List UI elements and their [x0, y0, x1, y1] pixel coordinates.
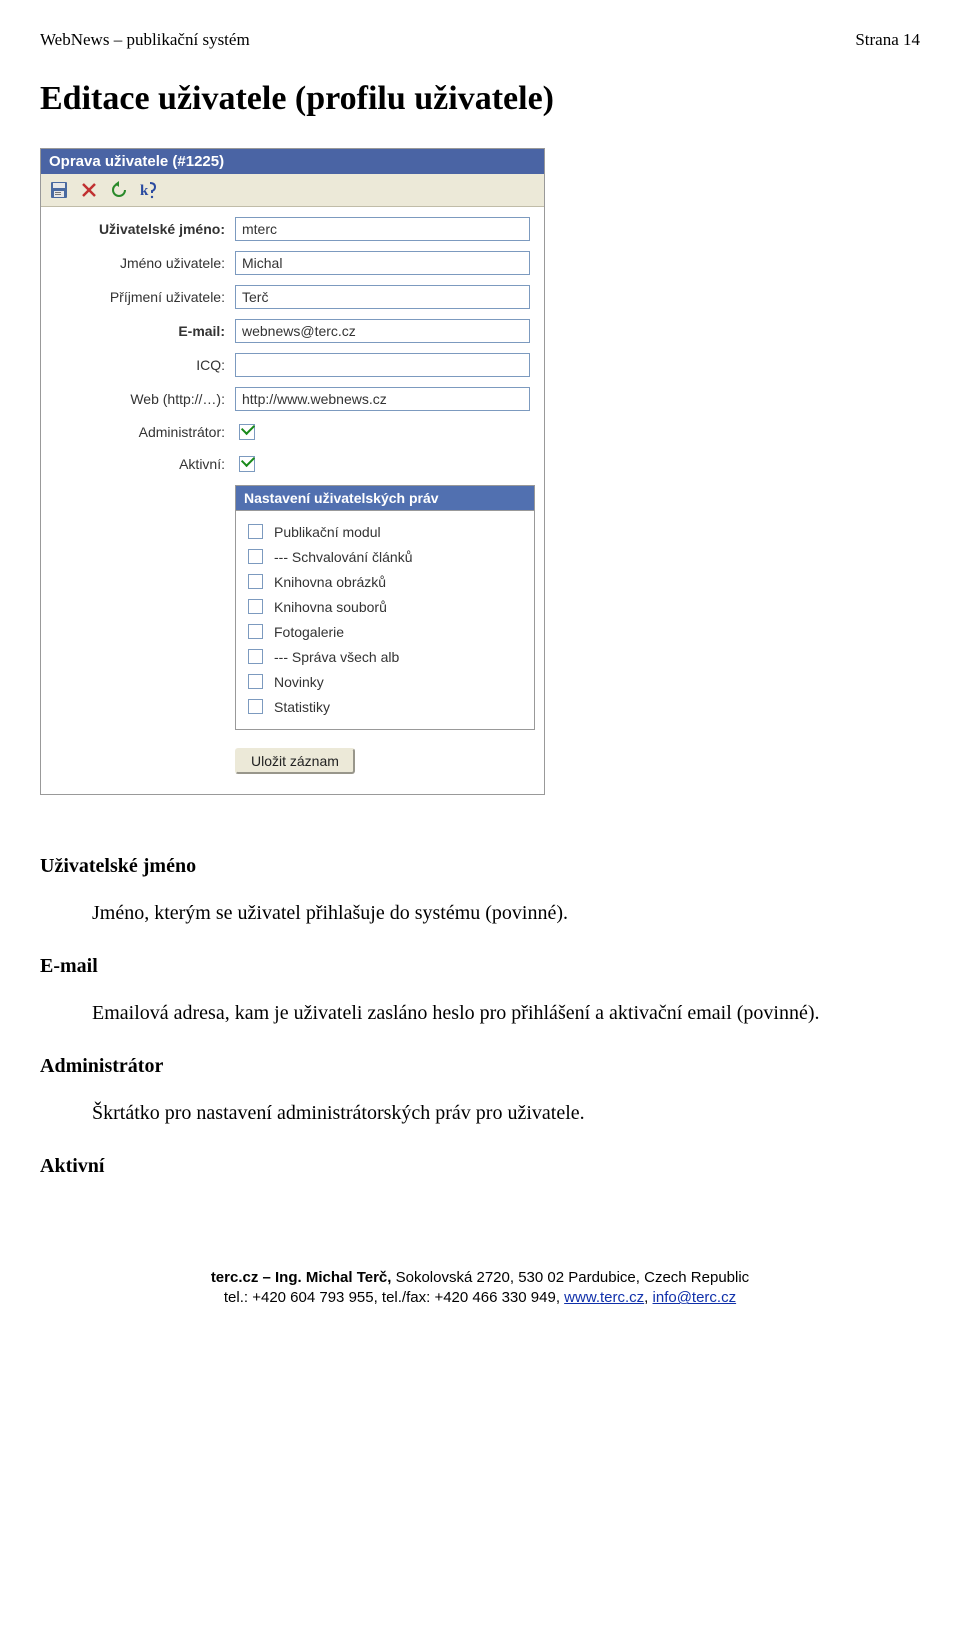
footer-line2-prefix: tel.: +420 604 793 955, tel./fax: +420 4…: [224, 1289, 564, 1306]
right-item: Publikační modul: [244, 521, 526, 542]
svg-text:k: k: [140, 183, 149, 199]
submit-row: Uložit záznam: [55, 730, 530, 780]
rights-title: Nastavení uživatelských práv: [235, 485, 535, 510]
refresh-icon[interactable]: [107, 178, 131, 202]
right-item: Fotogalerie: [244, 621, 526, 642]
label-username: Uživatelské jméno:: [55, 221, 235, 237]
label-web: Web (http://…):: [55, 391, 235, 407]
right-label: Statistiky: [274, 699, 330, 715]
heading-email: E-mail: [40, 955, 920, 978]
header-left: WebNews – publikační systém: [40, 30, 250, 50]
row-admin: Administrátor:: [55, 421, 530, 443]
right-item: Knihovna souborů: [244, 596, 526, 617]
right-chk[interactable]: [248, 524, 263, 539]
panel-toolbar: k: [41, 174, 544, 207]
page-title: Editace uživatele (profilu uživatele): [40, 80, 920, 118]
delete-icon[interactable]: [77, 178, 101, 202]
page-header: WebNews – publikační systém Strana 14: [40, 30, 920, 50]
right-chk[interactable]: [248, 574, 263, 589]
right-label: Knihovna souborů: [274, 599, 387, 615]
panel-title: Oprava uživatele (#1225): [41, 149, 544, 174]
right-chk[interactable]: [248, 549, 263, 564]
label-icq: ICQ:: [55, 357, 235, 373]
footer-link-web[interactable]: www.terc.cz: [564, 1289, 644, 1306]
row-web: Web (http://…):: [55, 387, 530, 411]
help-icon[interactable]: k: [137, 178, 161, 202]
input-web[interactable]: [235, 387, 530, 411]
right-label: Fotogalerie: [274, 624, 344, 640]
footer-bold: terc.cz – Ing. Michal Terč,: [211, 1269, 396, 1286]
right-label: Publikační modul: [274, 524, 381, 540]
right-item: Knihovna obrázků: [244, 571, 526, 592]
rights-body: Publikační modul --- Schvalování článků …: [235, 510, 535, 730]
right-label: Novinky: [274, 674, 324, 690]
input-username[interactable]: [235, 217, 530, 241]
text-email: Emailová adresa, kam je uživateli zaslán…: [92, 1000, 872, 1027]
right-chk[interactable]: [248, 624, 263, 639]
header-right: Strana 14: [855, 30, 920, 50]
right-label: Knihovna obrázků: [274, 574, 386, 590]
right-chk[interactable]: [248, 699, 263, 714]
right-item: --- Schvalování článků: [244, 546, 526, 567]
label-firstname: Jméno uživatele:: [55, 255, 235, 271]
right-chk[interactable]: [248, 599, 263, 614]
label-lastname: Příjmení uživatele:: [55, 289, 235, 305]
footer-line1: Sokolovská 2720, 530 02 Pardubice, Czech…: [396, 1269, 750, 1286]
right-item: Novinky: [244, 671, 526, 692]
right-label: --- Schvalování článků: [274, 549, 413, 565]
checkbox-admin[interactable]: [239, 424, 255, 440]
right-chk[interactable]: [248, 649, 263, 664]
input-firstname[interactable]: [235, 251, 530, 275]
right-chk[interactable]: [248, 674, 263, 689]
row-active: Aktivní:: [55, 453, 530, 475]
rights-panel: Nastavení uživatelských práv Publikační …: [235, 485, 535, 730]
label-email: E-mail:: [55, 323, 235, 339]
label-admin: Administrátor:: [55, 424, 235, 440]
save-button[interactable]: Uložit záznam: [235, 748, 355, 774]
input-lastname[interactable]: [235, 285, 530, 309]
row-firstname: Jméno uživatele:: [55, 251, 530, 275]
panel-body: Uživatelské jméno: Jméno uživatele: Příj…: [41, 207, 544, 794]
right-label: --- Správa všech alb: [274, 649, 399, 665]
row-lastname: Příjmení uživatele:: [55, 285, 530, 309]
text-admin: Škrtátko pro nastavení administrátorskýc…: [92, 1100, 872, 1127]
heading-active: Aktivní: [40, 1155, 920, 1178]
checkbox-active[interactable]: [239, 456, 255, 472]
right-item: --- Správa všech alb: [244, 646, 526, 667]
right-item: Statistiky: [244, 696, 526, 717]
save-icon[interactable]: [47, 178, 71, 202]
input-email[interactable]: [235, 319, 530, 343]
input-icq[interactable]: [235, 353, 530, 377]
row-username: Uživatelské jméno:: [55, 217, 530, 241]
label-active: Aktivní:: [55, 456, 235, 472]
heading-username: Uživatelské jméno: [40, 855, 920, 878]
text-username: Jméno, kterým se uživatel přihlašuje do …: [92, 900, 872, 927]
page-footer: terc.cz – Ing. Michal Terč, Sokolovská 2…: [40, 1268, 920, 1309]
row-icq: ICQ:: [55, 353, 530, 377]
user-edit-panel: Oprava uživatele (#1225) k Uživatelské j…: [40, 148, 545, 795]
row-email: E-mail:: [55, 319, 530, 343]
footer-sep: ,: [644, 1289, 652, 1306]
footer-link-email[interactable]: info@terc.cz: [653, 1289, 737, 1306]
heading-admin: Administrátor: [40, 1055, 920, 1078]
